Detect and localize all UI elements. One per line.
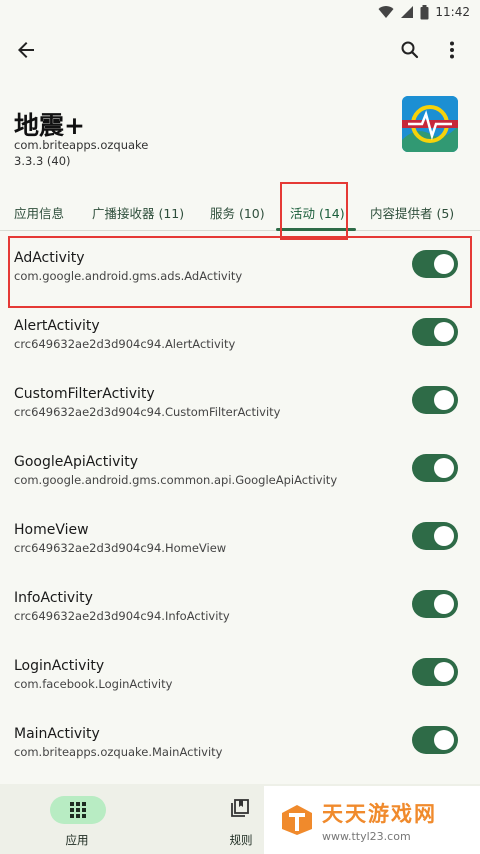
nav-label-rules: 规则: [229, 833, 253, 847]
activity-class: crc649632ae2d3d904c94.AlertActivity: [14, 337, 236, 351]
nav-item-apps[interactable]: 应用: [48, 792, 106, 848]
list-item[interactable]: HomeView crc649632ae2d3d904c94.HomeView: [0, 508, 480, 576]
list-item[interactable]: InfoActivity crc649632ae2d3d904c94.InfoA…: [0, 576, 480, 644]
list-item[interactable]: AlertActivity crc649632ae2d3d904c94.Aler…: [0, 304, 480, 372]
watermark-logo-icon: [282, 805, 312, 835]
signal-icon: [400, 5, 414, 19]
more-options-button[interactable]: [440, 38, 464, 62]
highlight-box-row: [8, 236, 472, 308]
list-item[interactable]: LoginActivity com.facebook.LoginActivity: [0, 644, 480, 712]
activity-name: MainActivity: [14, 726, 100, 742]
rules-book-icon: [230, 798, 250, 822]
search-icon: [401, 41, 419, 59]
activity-class: com.briteapps.ozquake.MainActivity: [14, 745, 223, 759]
status-time: 11:42: [435, 5, 470, 19]
activity-name: GoogleApiActivity: [14, 454, 139, 470]
watermark-url: www.ttyl23.com: [322, 829, 411, 843]
list-item[interactable]: CustomFilterActivity crc649632ae2d3d904c…: [0, 372, 480, 440]
app-package-name: com.briteapps.ozquake: [14, 138, 149, 152]
activity-class: crc649632ae2d3d904c94.HomeView: [14, 541, 227, 555]
activity-name: LoginActivity: [14, 658, 105, 674]
activity-name: AlertActivity: [14, 318, 100, 334]
watermark: 天天游戏网 www.ttyl23.com: [264, 786, 480, 854]
activity-toggle[interactable]: [412, 318, 458, 346]
watermark-title: 天天游戏网: [322, 801, 437, 826]
app-bar: [0, 30, 480, 70]
activity-class: crc649632ae2d3d904c94.InfoActivity: [14, 609, 230, 623]
list-item[interactable]: GoogleApiActivity com.google.android.gms…: [0, 440, 480, 508]
tab-providers[interactable]: 内容提供者 (5): [370, 203, 454, 222]
search-button[interactable]: [398, 38, 422, 62]
activity-class: com.google.android.gms.common.api.Google…: [14, 473, 338, 487]
nav-label-apps: 应用: [65, 833, 89, 847]
activity-toggle[interactable]: [412, 590, 458, 618]
wifi-icon: [378, 5, 394, 19]
activity-name: InfoActivity: [14, 590, 93, 606]
back-button[interactable]: [14, 38, 38, 62]
app-title: 地震+: [14, 111, 85, 140]
more-vert-icon: [450, 41, 454, 59]
battery-icon: [420, 4, 429, 20]
tab-bar: 应用信息 广播接收器 (11) 服务 (10) 活动 (14) 内容提供者 (5…: [0, 195, 480, 231]
activity-class: com.facebook.LoginActivity: [14, 677, 173, 691]
activity-toggle[interactable]: [412, 454, 458, 482]
nav-active-indicator: [50, 796, 106, 824]
status-bar: 11:42: [0, 0, 480, 24]
highlight-box-tab: [280, 182, 348, 240]
activity-toggle[interactable]: [412, 386, 458, 414]
app-logo: [402, 96, 458, 152]
apps-grid-icon: [70, 802, 86, 818]
activity-toggle[interactable]: [412, 658, 458, 686]
activity-name: CustomFilterActivity: [14, 386, 155, 402]
activity-class: crc649632ae2d3d904c94.CustomFilterActivi…: [14, 405, 281, 419]
tab-services[interactable]: 服务 (10): [210, 203, 265, 222]
activity-name: HomeView: [14, 522, 89, 538]
tab-app-info[interactable]: 应用信息: [14, 203, 64, 222]
activity-toggle[interactable]: [412, 726, 458, 754]
tab-receivers[interactable]: 广播接收器 (11): [92, 203, 184, 222]
list-item[interactable]: MainActivity com.briteapps.ozquake.MainA…: [0, 712, 480, 780]
app-version: 3.3.3 (40): [14, 154, 71, 168]
activity-toggle[interactable]: [412, 522, 458, 550]
arrow-back-icon: [18, 42, 34, 58]
nav-item-rules[interactable]: 规则: [212, 792, 270, 848]
